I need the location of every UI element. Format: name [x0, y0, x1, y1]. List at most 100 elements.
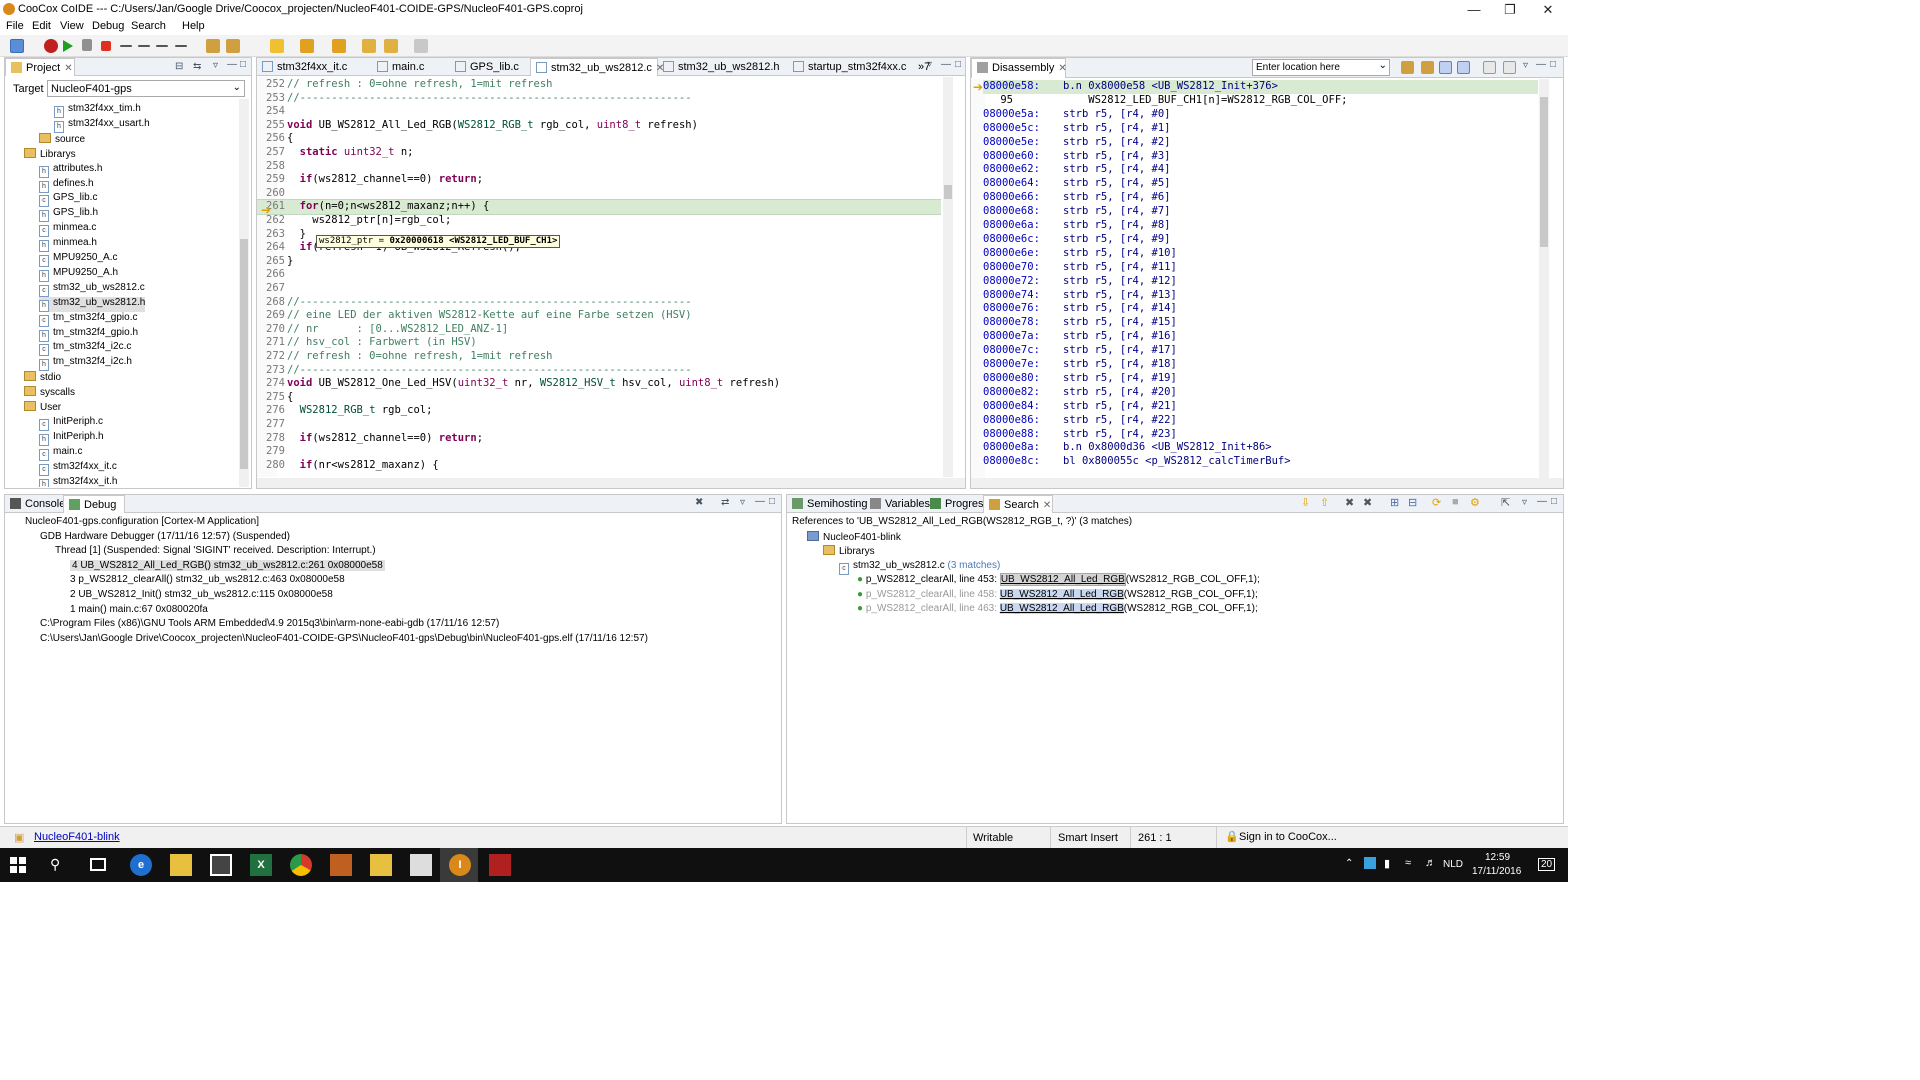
- debug-tree-row[interactable]: C:\Users\Jan\Google Drive\Coocox_project…: [40, 633, 648, 644]
- tab-console[interactable]: Console: [5, 495, 65, 513]
- editor-tab[interactable]: stm32_ub_ws2812.c ✕: [530, 58, 664, 76]
- target-select[interactable]: NucleoF401-gps ⌄: [47, 80, 245, 97]
- menu-file[interactable]: File: [6, 20, 24, 32]
- minimize-view-icon[interactable]: —: [227, 59, 237, 70]
- close-icon[interactable]: ✕: [1058, 63, 1066, 74]
- pause-icon[interactable]: [82, 39, 92, 51]
- minimize-view-icon[interactable]: —: [941, 59, 951, 70]
- tab-variables[interactable]: Variables: [865, 495, 930, 513]
- search-result-row[interactable]: ● p_WS2812_clearAll, line 458: UB_WS2812…: [857, 588, 1258, 600]
- view-menu-icon[interactable]: ▿: [213, 60, 218, 71]
- next-match-icon[interactable]: ⇩: [1301, 496, 1310, 509]
- clock-date[interactable]: 17/11/2016: [1472, 866, 1521, 877]
- tree-folder[interactable]: source: [39, 132, 85, 148]
- volume-icon[interactable]: ♬: [1425, 857, 1436, 869]
- windows-start-icon[interactable]: [10, 857, 26, 873]
- editor-tab[interactable]: stm32_ub_ws2812.h: [658, 58, 788, 76]
- tree-file[interactable]: c stm32f4xx_it.c: [39, 461, 117, 476]
- tray-app-icon[interactable]: [1364, 857, 1376, 869]
- edge-icon[interactable]: e: [130, 854, 152, 876]
- editor-tab[interactable]: GPS_lib.c: [450, 58, 530, 76]
- tab-disassembly[interactable]: Disassembly ✕: [971, 58, 1067, 78]
- search-icon[interactable]: ⚲: [50, 856, 60, 873]
- remove-match-icon[interactable]: ✖: [1345, 496, 1354, 509]
- view-menu-icon[interactable]: ▿: [740, 497, 745, 508]
- close-button[interactable]: ✕: [1538, 2, 1558, 18]
- tree-folder[interactable]: stdio: [24, 371, 61, 386]
- prev-match-icon[interactable]: ⇧: [1320, 496, 1329, 509]
- stop-debug-icon[interactable]: [44, 39, 58, 53]
- clock-time[interactable]: 12:59: [1485, 852, 1510, 863]
- run-icon[interactable]: [63, 40, 73, 52]
- tab-search[interactable]: Search ✕: [983, 495, 1053, 513]
- tree-file[interactable]: c MPU9250_A.c: [39, 252, 117, 267]
- project-scrollbar[interactable]: [239, 99, 249, 487]
- view-menu-icon[interactable]: ▿: [1522, 497, 1527, 508]
- remove-terminated-icon[interactable]: ✖: [695, 497, 703, 508]
- editor-hscrollbar[interactable]: [257, 478, 965, 488]
- tree-file[interactable]: h tm_stm32f4_gpio.h: [39, 327, 138, 342]
- forward-icon[interactable]: [414, 39, 428, 53]
- menu-help[interactable]: Help: [182, 20, 205, 32]
- language-indicator[interactable]: NLD: [1443, 859, 1463, 870]
- editor-tab[interactable]: main.c: [372, 58, 450, 76]
- code-area[interactable]: 252// refresh : 0=ohne refresh, 1=mit re…: [257, 77, 941, 477]
- debug-tree-row[interactable]: Thread [1] (Suspended: Signal 'SIGINT' r…: [55, 545, 376, 556]
- scroll-thumb[interactable]: [1540, 97, 1548, 247]
- step-return-icon[interactable]: [156, 45, 168, 47]
- tree-file[interactable]: c GPS_lib.c: [39, 192, 97, 208]
- minimize-button[interactable]: —: [1464, 2, 1484, 17]
- debug-tree-row[interactable]: GDB Hardware Debugger (17/11/16 12:57) (…: [40, 531, 290, 542]
- tree-file[interactable]: c stm32_ub_ws2812.c: [39, 282, 145, 297]
- go-to-pc-icon[interactable]: [1401, 61, 1414, 74]
- task-view-icon[interactable]: [90, 858, 106, 871]
- disassembly-hscrollbar[interactable]: [971, 478, 1563, 488]
- tree-file[interactable]: h stm32f4xx_usart.h: [54, 118, 150, 133]
- next-annotation-icon[interactable]: [300, 39, 314, 53]
- back-icon[interactable]: [362, 39, 376, 53]
- signin-link[interactable]: Sign in to CooCox...: [1239, 831, 1337, 843]
- tree-file[interactable]: h InitPeriph.h: [39, 431, 104, 446]
- scroll-thumb[interactable]: [240, 239, 248, 469]
- tree-folder[interactable]: Librarys: [24, 147, 76, 163]
- tab-progress[interactable]: Progress: [925, 495, 989, 513]
- chrome-icon[interactable]: [290, 854, 312, 876]
- expand-all-icon[interactable]: ⊞: [1390, 496, 1399, 509]
- maximize-view-icon[interactable]: □: [955, 59, 961, 70]
- battery-icon[interactable]: ▮: [1384, 857, 1390, 870]
- tree-file[interactable]: c tm_stm32f4_gpio.c: [39, 312, 138, 327]
- link-editor-icon[interactable]: ⇆: [193, 61, 201, 72]
- minimize-view-icon[interactable]: —: [1536, 59, 1546, 70]
- file-explorer-icon[interactable]: [170, 854, 192, 876]
- step-filter-icon[interactable]: ⇄: [721, 497, 729, 508]
- scroll-thumb[interactable]: [944, 185, 952, 199]
- debug-tree-row[interactable]: C:\Program Files (x86)\GNU Tools ARM Emb…: [40, 618, 499, 629]
- sync-icon[interactable]: [1439, 61, 1452, 74]
- menu-view[interactable]: View: [60, 20, 84, 32]
- editor-scrollbar[interactable]: [943, 77, 953, 477]
- store-icon[interactable]: [210, 854, 232, 876]
- minimize-view-icon[interactable]: —: [755, 496, 765, 507]
- tree-file[interactable]: h minmea.h: [39, 237, 97, 253]
- tree-file[interactable]: c minmea.c: [39, 222, 96, 238]
- tab-debug[interactable]: Debug: [63, 495, 125, 513]
- maximize-view-icon[interactable]: □: [769, 496, 775, 507]
- debug-tree-row[interactable]: 2 UB_WS2812_Init() stm32_ub_ws2812.c:115…: [70, 589, 333, 600]
- terminate-icon[interactable]: [101, 41, 111, 51]
- coide-taskbar-icon[interactable]: I: [449, 854, 471, 876]
- step-over-icon[interactable]: [138, 45, 150, 47]
- debug-mode-icon[interactable]: [10, 39, 24, 53]
- search-folder-node[interactable]: Librarys: [823, 545, 875, 557]
- link-icon[interactable]: [1421, 61, 1434, 74]
- notification-icon[interactable]: 20: [1538, 858, 1556, 871]
- wifi-icon[interactable]: ≈: [1405, 857, 1411, 869]
- menu-debug[interactable]: Debug: [92, 20, 124, 32]
- tree-file[interactable]: c tm_stm32f4_i2c.c: [39, 341, 131, 357]
- debug-tree-row[interactable]: NucleoF401-gps.configuration [Cortex-M A…: [25, 516, 259, 527]
- calculator-icon[interactable]: [410, 854, 432, 876]
- debug-tree-row[interactable]: 4 UB_WS2812_All_Led_RGB() stm32_ub_ws281…: [70, 559, 385, 571]
- project-link[interactable]: NucleoF401-blink: [34, 831, 120, 843]
- build-icon[interactable]: [206, 39, 220, 53]
- prev-annotation-icon[interactable]: [332, 39, 346, 53]
- maximize-view-icon[interactable]: □: [1550, 59, 1556, 70]
